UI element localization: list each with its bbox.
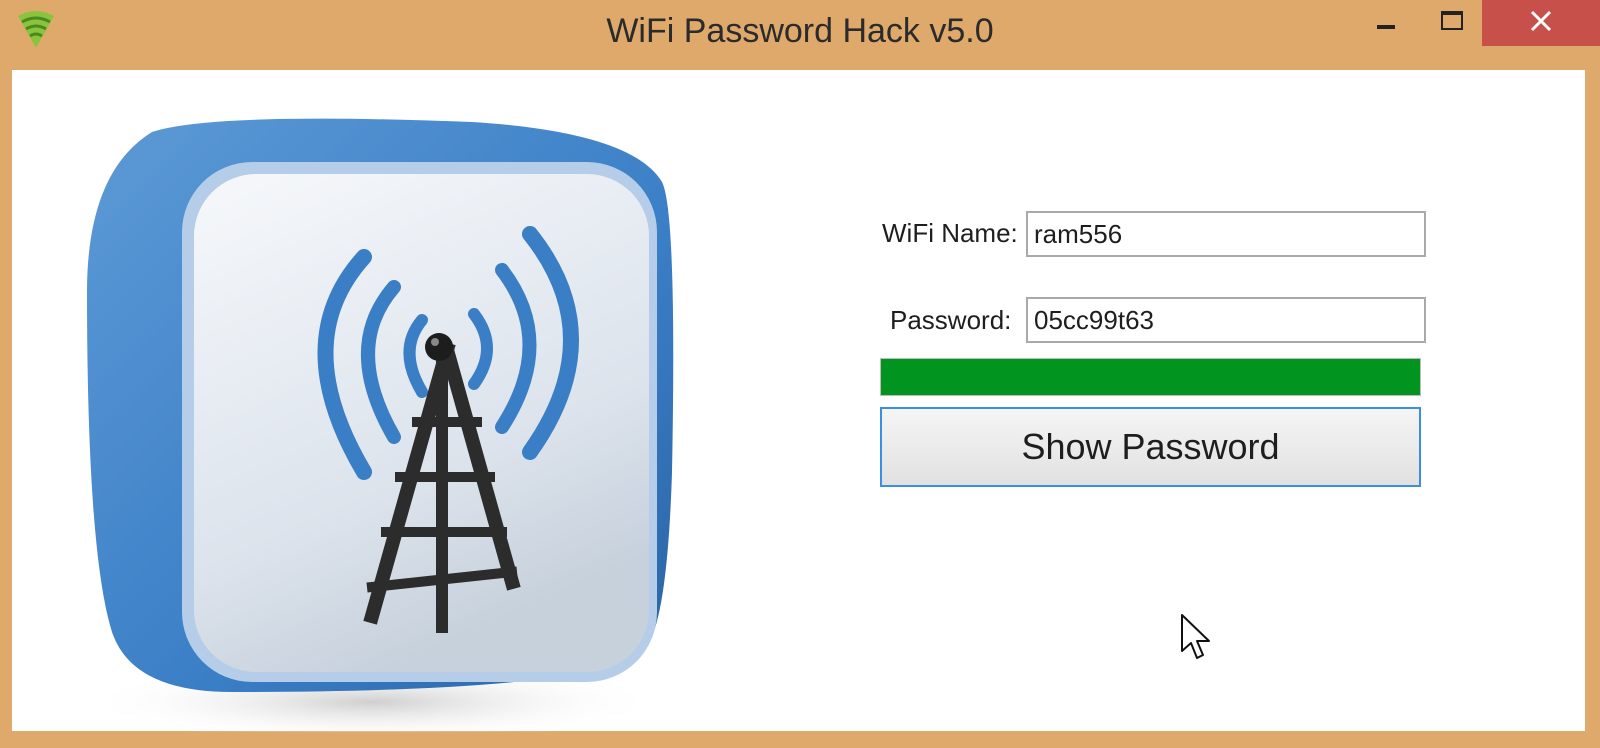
show-password-button[interactable]: Show Password — [880, 407, 1421, 487]
minimize-button[interactable] — [1360, 0, 1412, 46]
progress-bar — [880, 358, 1421, 396]
client-area: WiFi Name: Password: Show Password — [12, 70, 1585, 742]
password-label: Password: — [890, 305, 1012, 335]
title-bar[interactable]: WiFi Password Hack v5.0 — [0, 0, 1600, 68]
wifi-tower-icon — [72, 92, 712, 742]
maximize-button[interactable] — [1426, 0, 1478, 46]
wifi-name-label: WiFi Name: — [882, 218, 1018, 248]
password-field[interactable] — [1026, 297, 1426, 343]
close-button[interactable] — [1482, 0, 1600, 46]
close-icon — [1529, 9, 1553, 38]
mouse-cursor-icon — [1180, 613, 1214, 663]
wifi-name-field[interactable] — [1026, 211, 1426, 257]
maximize-icon — [1440, 10, 1464, 37]
wifi-fan-icon[interactable] — [14, 8, 58, 52]
app-window: WiFi Password Hack v5.0 WiFi Name: ram55… — [0, 0, 1600, 748]
progress-fill — [881, 359, 1420, 395]
minimize-icon — [1375, 10, 1397, 37]
